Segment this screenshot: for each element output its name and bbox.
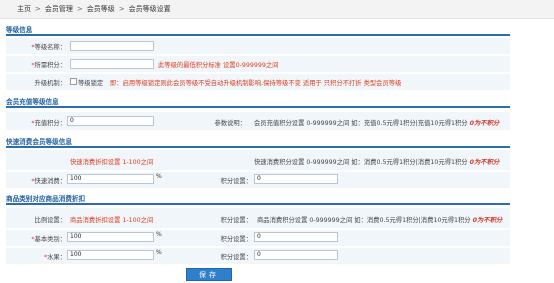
level-lock-hint: 即：启用等级锁定则此会员等级不受自动升级机制影响,保持等级不变 适用于 只积分不… <box>110 80 402 87</box>
breadcrumb-member-level[interactable]: 会员等级 <box>87 4 115 14</box>
breadcrumb-separator: > <box>118 5 125 13</box>
level-lock-label: 等级锁定 <box>78 80 104 87</box>
product-points-hint: 商品消费积分设置 0-999999之间 如：消费0.5元得1积分|消费10元得1… <box>257 217 503 224</box>
percent-sign: % <box>156 231 162 238</box>
category-basic-label: *基本类别： <box>31 236 66 243</box>
percent-sign: % <box>156 173 162 180</box>
breadcrumb-separator: > <box>76 5 83 13</box>
fast-points-label: 积分设置： <box>220 178 252 185</box>
ratio-label: 比例设置： <box>34 217 66 224</box>
section-recharge: 会员充值等级信息 <box>6 96 510 108</box>
section-fast-consume: 快速消费会员等级信息 <box>6 136 510 148</box>
level-lock-checkbox[interactable] <box>70 78 77 85</box>
category-fruit-points-input[interactable]: 0 <box>254 250 338 260</box>
percent-sign: % <box>156 249 162 256</box>
fast-points-input[interactable]: 0 <box>254 174 338 184</box>
required-points-label: *所需积分： <box>31 62 66 69</box>
fast-points-hint: 快速消费积分设置 0-999999之间 如：消费0.5元得1积分|消费10元得1… <box>254 159 500 166</box>
section-divider <box>6 106 510 108</box>
breadcrumb-level-settings: 会员等级设置 <box>128 5 171 13</box>
breadcrumb-home[interactable]: 主页 <box>17 4 31 14</box>
section-title: 快速消费会员等级信息 <box>6 138 72 146</box>
category-basic-discount-input[interactable]: 100 <box>67 232 154 242</box>
section-title: 等级信息 <box>6 26 33 34</box>
category-fruit-discount-input[interactable]: 100 <box>67 250 154 260</box>
upgrade-mechanism-label: 升级机制： <box>34 80 66 87</box>
section-divider <box>6 34 510 36</box>
breadcrumb-separator: > <box>35 5 41 13</box>
product-discount-hint: 商品消费折扣设置 1-100之间 <box>70 217 154 224</box>
section-product-category: 商品类别对应商品消费折扣 <box>6 193 510 205</box>
category-fruit-points-label: 积分设置： <box>220 254 252 261</box>
section-divider <box>6 203 510 205</box>
save-button[interactable]: 保存 <box>186 268 232 281</box>
recharge-param-text: 会员充值积分设置 0-999999之间 如：充值0.5元得1积分|充值10元得1… <box>254 120 500 127</box>
required-points-hint: 此等级的最低积分标准 设置0-999999之间 <box>158 62 279 69</box>
category-fruit-label: *水果： <box>43 254 66 261</box>
category-basic-points-input[interactable]: 0 <box>254 232 338 242</box>
fast-consume-input[interactable]: 100 <box>67 174 154 184</box>
section-title: 商品类别对应商品消费折扣 <box>6 195 86 203</box>
fast-discount-hint: 快速消费折扣设置 1-100之间 <box>70 159 154 166</box>
category-basic-points-label: 积分设置： <box>220 236 252 243</box>
recharge-points-input[interactable]: 0 <box>67 116 154 126</box>
level-name-input[interactable] <box>70 41 154 51</box>
section-title: 会员充值等级信息 <box>6 98 59 106</box>
param-desc-label: 参数说明： <box>214 120 246 127</box>
section-level-info: 等级信息 <box>6 24 510 36</box>
recharge-points-label: *充值积分： <box>31 120 66 127</box>
product-points-label: 积分设置： <box>220 217 252 224</box>
level-name-label: *等级名称： <box>31 44 66 51</box>
required-points-input[interactable] <box>70 59 154 69</box>
section-divider <box>6 146 510 148</box>
breadcrumb: 主页 > 会员管理 > 会员等级 > 会员等级设置 <box>0 0 554 19</box>
breadcrumb-member-mgmt[interactable]: 会员管理 <box>45 4 73 14</box>
fast-consume-label: *快速消费： <box>31 178 66 185</box>
